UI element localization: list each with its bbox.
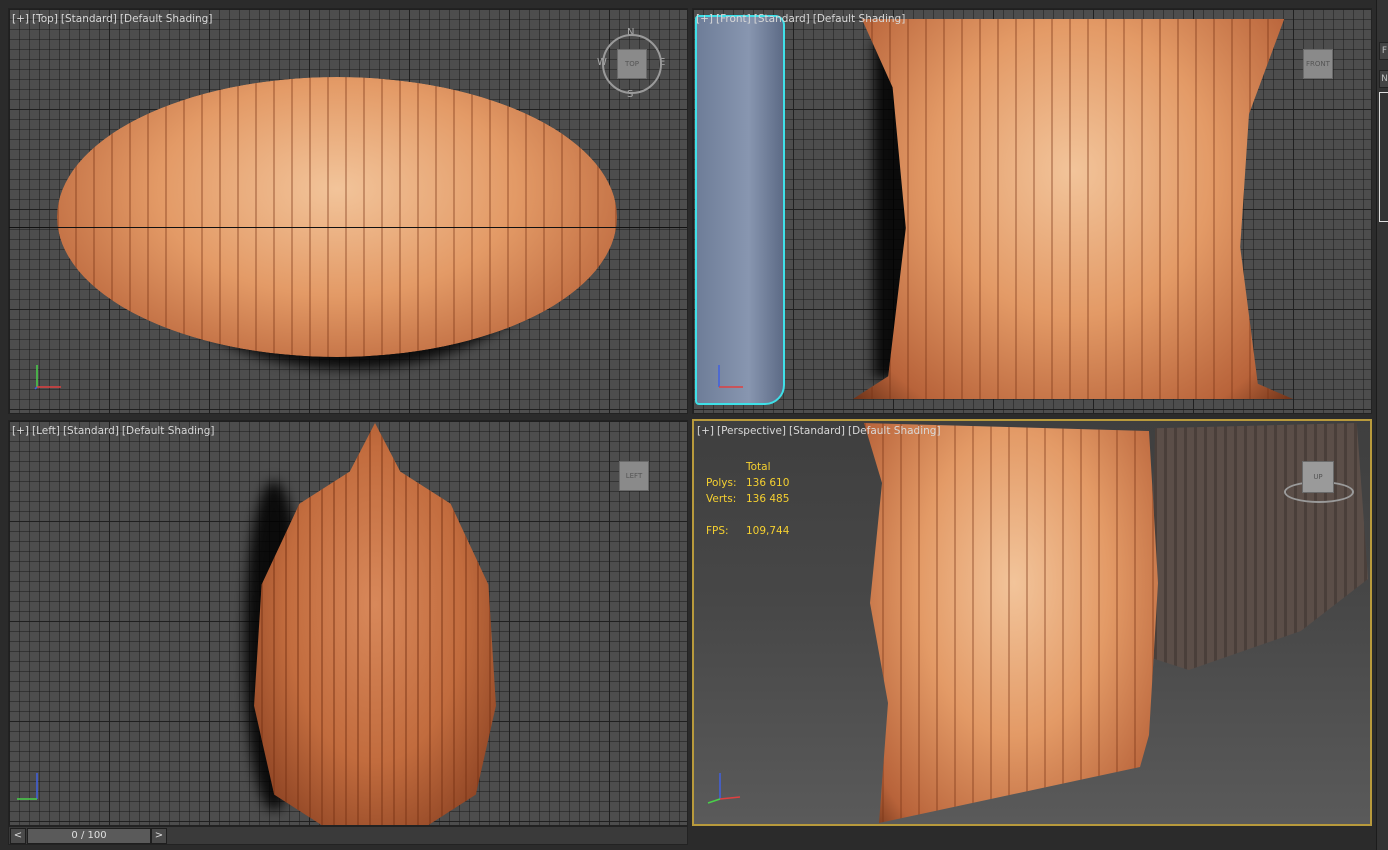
viewport-render-label[interactable]: [Standard]	[789, 425, 845, 437]
viewport-label-left[interactable]: [+] [Left] [Standard] [Default Shading]	[12, 425, 217, 437]
viewport-view-label[interactable]: [Top]	[32, 13, 58, 25]
viewport-front[interactable]: [+] [Front] [Standard] [Default Shading] FR…	[692, 8, 1372, 414]
time-slider-thumb[interactable]: 0 / 100	[27, 828, 151, 844]
next-frame-button[interactable]: >	[151, 828, 167, 844]
viewport-view-label[interactable]: [Left]	[32, 425, 60, 437]
command-panel[interactable]: F N	[1376, 0, 1388, 850]
viewport-label-perspective[interactable]: [+] [Perspective] [Standard] [Default Shadi…	[697, 425, 944, 437]
viewport-render-label[interactable]: [Standard]	[63, 425, 119, 437]
stats-verts-label: Verts:	[706, 493, 737, 505]
viewcube-compass[interactable]: TOP N S W E	[597, 27, 667, 100]
command-panel-button[interactable]: N	[1379, 70, 1388, 88]
stats-verts-value: 136 485	[746, 493, 790, 505]
stats-fps-value: 109,744	[746, 525, 790, 537]
stats-fps-label: FPS:	[706, 525, 729, 537]
viewport-menu-plus[interactable]: [+]	[12, 425, 29, 437]
horizon-line	[9, 227, 687, 228]
viewport-perspective[interactable]: [+] [Perspective] [Standard] [Default Shadi…	[692, 419, 1372, 826]
viewcube-up-face[interactable]: UP	[1302, 461, 1334, 493]
viewport-statistics: Total Polys: 136 610 Verts: 136 485 FPS: 10…	[706, 459, 789, 539]
viewcube-perspective[interactable]: UP	[1284, 459, 1354, 509]
pillow-front-view[interactable]	[853, 19, 1293, 399]
viewport-label-top[interactable]: [+] [Top] [Standard] [Default Shading]	[12, 13, 215, 25]
axis-gizmo-icon	[34, 365, 61, 390]
pillow-top-view[interactable]	[57, 77, 617, 357]
command-panel-section	[1379, 92, 1388, 222]
viewport-view-label[interactable]: [Front]	[716, 13, 751, 25]
stats-header: Total	[746, 461, 771, 473]
stats-polys-value: 136 610	[746, 477, 790, 489]
viewport-render-label[interactable]: [Standard]	[754, 13, 810, 25]
viewport-shading-label[interactable]: [Default Shading]	[122, 425, 215, 437]
viewcube-top-face[interactable]: TOP	[617, 49, 647, 79]
viewport-shading-label[interactable]: [Default Shading]	[120, 13, 213, 25]
viewport-shading-label[interactable]: [Default Shading]	[813, 13, 906, 25]
viewcube-left[interactable]: LEFT	[619, 461, 649, 491]
pillow-left-view[interactable]	[254, 423, 496, 825]
prev-frame-button[interactable]: <	[10, 828, 26, 844]
selected-pillow-side[interactable]	[695, 15, 785, 405]
viewport-menu-plus[interactable]: [+]	[12, 13, 29, 25]
viewport-render-label[interactable]: [Standard]	[61, 13, 117, 25]
viewport-menu-plus[interactable]: [+]	[697, 425, 714, 437]
axis-gizmo-icon	[707, 773, 741, 804]
viewport-top[interactable]: [+] [Top] [Standard] [Default Shading] TOP …	[8, 8, 688, 414]
viewport-label-front[interactable]: [+] [Front] [Standard] [Default Shading]	[696, 13, 908, 25]
viewport-left[interactable]: [+] [Left] [Standard] [Default Shading] LEF…	[8, 420, 688, 826]
viewport-view-label[interactable]: [Perspective]	[717, 425, 786, 437]
axis-gizmo-icon	[17, 773, 38, 800]
command-panel-button[interactable]: F	[1379, 42, 1388, 60]
viewport-shading-label[interactable]: [Default Shading]	[848, 425, 941, 437]
pillow-perspective[interactable]	[864, 423, 1158, 823]
time-slider-bar[interactable]: < 0 / 100 >	[8, 826, 688, 845]
viewport-menu-plus[interactable]: [+]	[696, 13, 713, 25]
viewcube-front[interactable]: FRONT	[1303, 49, 1333, 79]
stats-polys-label: Polys:	[706, 477, 737, 489]
axis-gizmo-icon	[718, 365, 743, 388]
